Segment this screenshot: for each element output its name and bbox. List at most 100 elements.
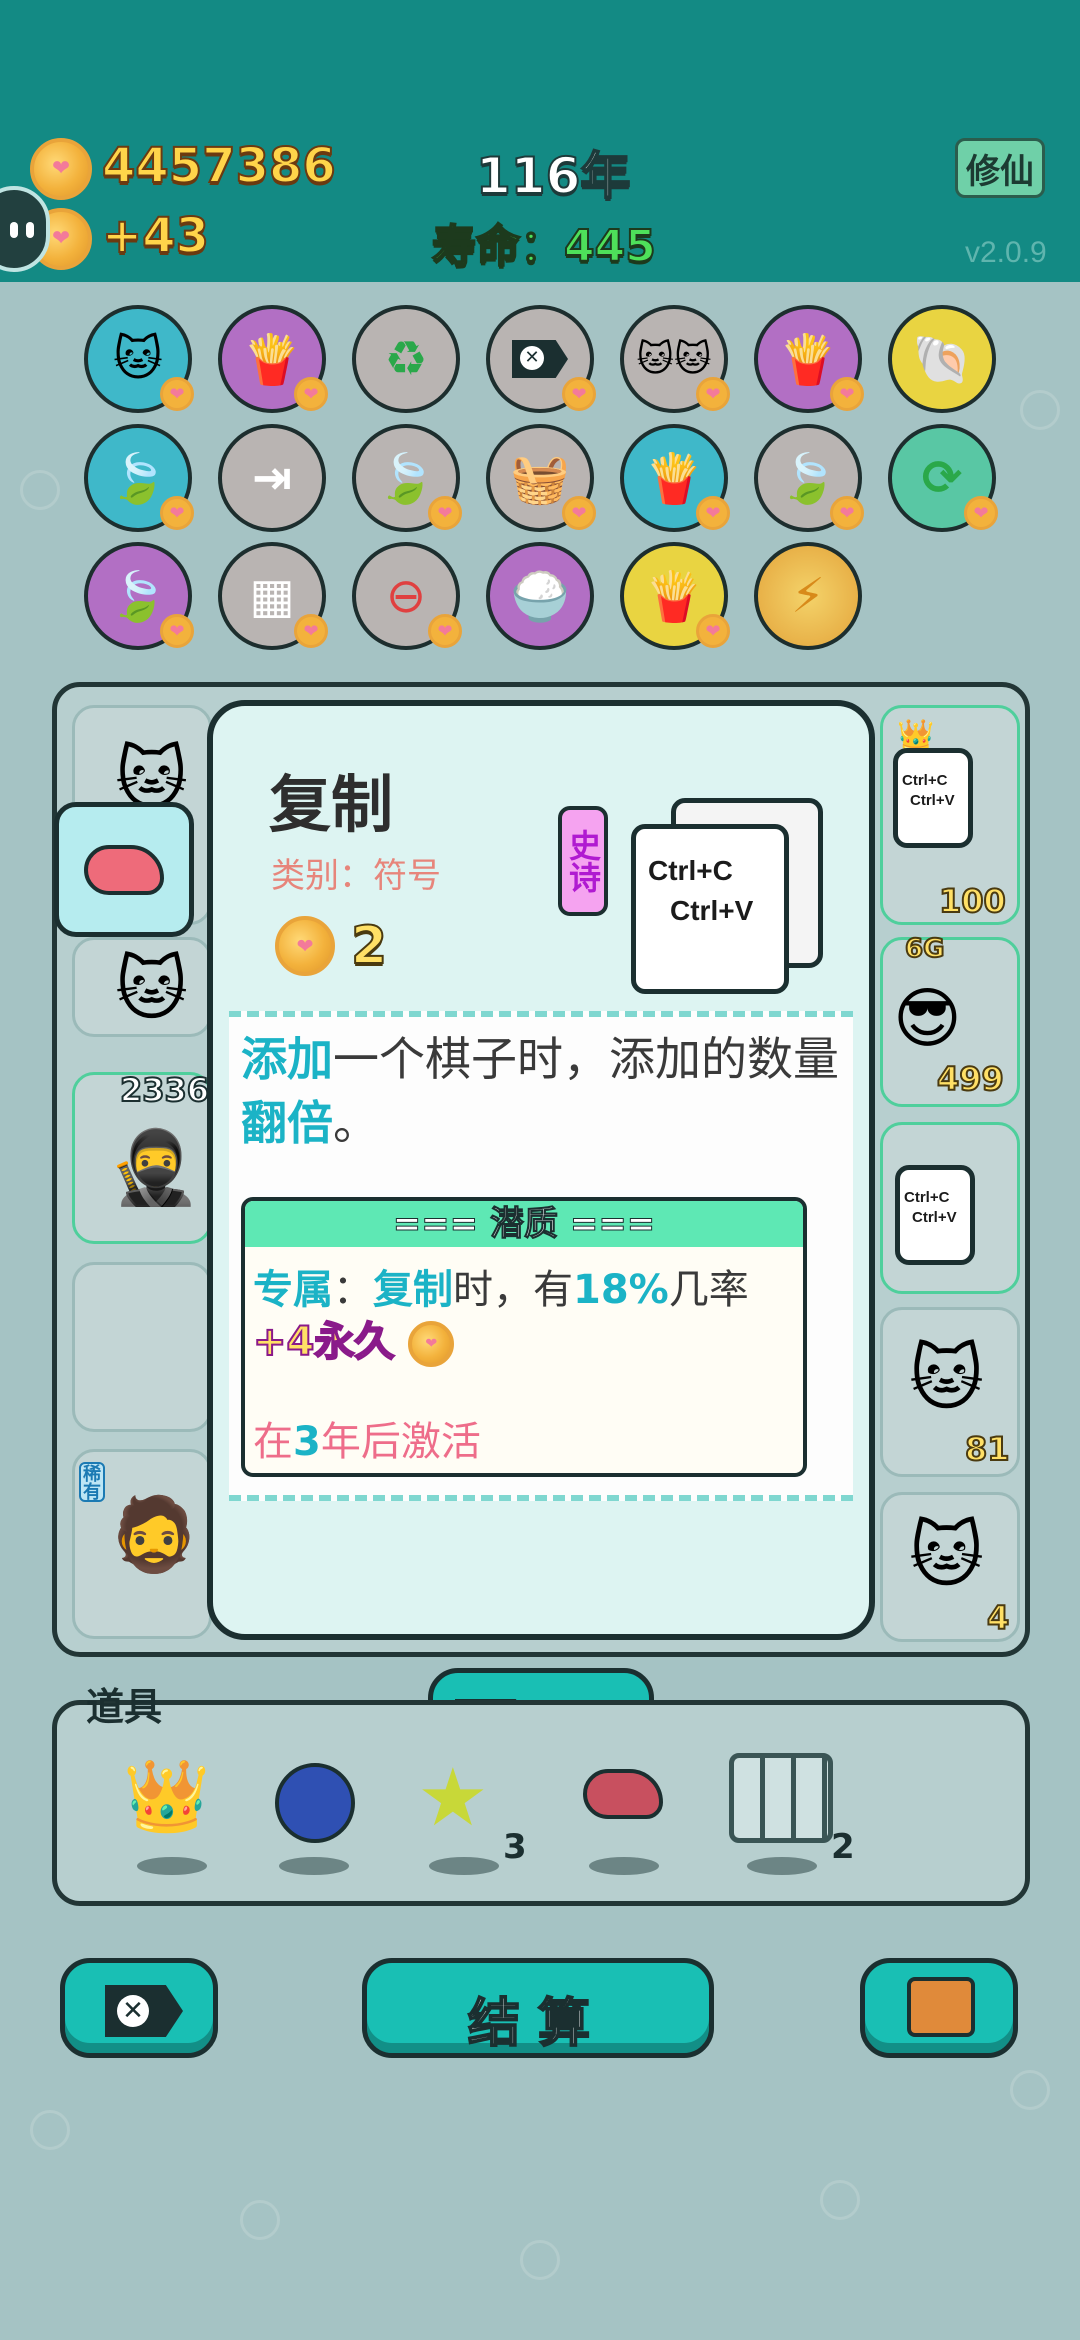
props-label: 道具: [86, 1685, 163, 1729]
refresh-icon: ⟳: [921, 450, 963, 506]
symbol-leaf[interactable]: 🍃 ❤: [754, 424, 864, 532]
symbol-two-cats[interactable]: 🐱🐱 ❤: [620, 305, 730, 413]
symbol-fruit-basket[interactable]: 🧺 ❤: [486, 424, 596, 532]
prop-cage[interactable]: 2: [717, 1745, 857, 1885]
board-slot[interactable]: 👑 Ctrl+C Ctrl+V 100: [880, 705, 1020, 925]
coin-badge-icon: ❤: [160, 377, 194, 411]
card-text: Ctrl+C: [904, 1189, 950, 1206]
cultivate-button[interactable]: 修仙: [955, 138, 1045, 198]
symbol-delete-tag[interactable]: ✕ ❤: [486, 305, 596, 413]
description-box: 添加一个棋子时，添加的数量翻倍。 === 潜质 === 专属：复制时，有18%几…: [229, 1011, 853, 1501]
liver-icon: [84, 844, 164, 895]
background-dot: [1020, 390, 1060, 430]
rare-tag: 稀有: [79, 1462, 105, 1502]
card-front: Ctrl+C Ctrl+V: [631, 824, 789, 994]
two-cats-icon: 🐱🐱: [636, 338, 712, 380]
skip-icon: ⇥: [251, 450, 293, 506]
symbol-leaf[interactable]: 🍃 ❤: [84, 542, 194, 650]
leaf-icon: 🍃: [778, 450, 838, 507]
board-slot[interactable]: 🐱 81: [880, 1307, 1020, 1477]
symbol-leaf[interactable]: 🍃 ❤: [352, 424, 462, 532]
symbol-minus[interactable]: ⊖ ❤: [352, 542, 462, 650]
symbol-fries[interactable]: 🍟 ❤: [218, 305, 328, 413]
symbol-leaf[interactable]: 🍃 ❤: [84, 424, 194, 532]
leaf-icon: 🍃: [108, 568, 168, 625]
cat-icon: 🐱: [909, 1336, 985, 1420]
symbol-shell[interactable]: 🐚: [888, 305, 996, 413]
selected-item-tab[interactable]: [54, 802, 194, 937]
year-counter: 116年: [475, 146, 631, 206]
desc-text: 。: [333, 1096, 379, 1150]
activation-highlight: 3: [293, 1419, 321, 1465]
prop-shadow: [747, 1857, 817, 1875]
fries-icon: 🍟: [778, 331, 838, 388]
coin-badge-icon: ❤: [696, 614, 730, 648]
discard-button[interactable]: ✕: [60, 1958, 218, 2058]
symbol-rice-bowl[interactable]: 🍚: [486, 542, 594, 650]
slot-value: 2336: [119, 1070, 210, 1110]
slot-badge: 6G: [904, 933, 945, 965]
sugar-cubes-icon: ▦: [249, 568, 295, 624]
symbol-refresh[interactable]: ⟳ ❤: [888, 424, 998, 532]
top-bar: ❤ 4457386 ❤ +43 116年 寿命：445 修仙 v2.0.9: [0, 0, 1080, 282]
potential-text-part: 几率: [668, 1267, 749, 1313]
symbol-fries[interactable]: 🍟 ❤: [754, 305, 864, 413]
version-label: v2.0.9: [965, 236, 1047, 269]
symbol-sugar-cubes[interactable]: ▦ ❤: [218, 542, 328, 650]
settle-button[interactable]: 结算: [362, 1958, 714, 2058]
board-slot[interactable]: 🐱 4: [880, 1492, 1020, 1642]
symbol-skip[interactable]: ⇥: [218, 424, 326, 532]
popup-cost: 2: [350, 915, 388, 977]
slot-value: 100: [938, 881, 1007, 921]
prop-crown[interactable]: 👑: [117, 1745, 227, 1885]
briefcase-icon: [907, 1977, 975, 2037]
desc-text: 一个棋子时，添加的数量: [333, 1032, 839, 1086]
chat-eye-icon: [26, 222, 34, 238]
symbol-lightning[interactable]: ⚡: [754, 542, 862, 650]
slot-value: 81: [964, 1429, 1011, 1469]
card-text: Ctrl+V: [912, 1209, 957, 1226]
symbol-fries[interactable]: 🍟 ❤: [620, 542, 730, 650]
coin-income: +43: [101, 207, 210, 265]
board-slot[interactable]: 2336 🥷: [72, 1070, 212, 1244]
card-line: Ctrl+C: [648, 855, 733, 886]
prop-star[interactable]: ★ 3: [407, 1745, 537, 1885]
potential-highlight: 18%: [573, 1267, 669, 1313]
potential-highlight: 复制: [373, 1267, 453, 1313]
board-slot[interactable]: 🐱: [72, 937, 212, 1037]
card-line: Ctrl+V: [670, 895, 754, 926]
board-slot[interactable]: [72, 1262, 212, 1432]
copy-card-icon: Ctrl+C Ctrl+V: [895, 1165, 975, 1265]
hat-man-face-icon: 🧔: [109, 1492, 199, 1576]
cage-icon: [729, 1753, 833, 1843]
liver-icon: [583, 1769, 663, 1819]
potential-box: === 潜质 === 专属：复制时，有18%几率 +4永久 ❤ 在3年后激活: [241, 1197, 807, 1477]
bandit-face-icon: 🥷: [109, 1125, 199, 1209]
star-icon: ★: [417, 1751, 489, 1844]
board-slot[interactable]: 6G 😎 499: [880, 933, 1020, 1107]
leaf-icon: 🍃: [376, 450, 436, 507]
prop-blueberry[interactable]: [257, 1745, 367, 1885]
fries-icon: 🍟: [644, 568, 704, 625]
coin-badge-icon: ❤: [830, 377, 864, 411]
slot-value: 4: [986, 1598, 1010, 1638]
cat-icon: 🐱: [115, 948, 188, 1030]
coin-total: 4457386: [101, 137, 337, 195]
symbol-recycle[interactable]: ♻: [352, 305, 460, 413]
prop-liver[interactable]: [567, 1745, 677, 1885]
activation-text: 年后激活: [320, 1419, 481, 1465]
delete-tag-icon: ✕: [105, 1985, 183, 2037]
coin-badge-icon: ❤: [294, 614, 328, 648]
bag-button[interactable]: [860, 1958, 1018, 2058]
prop-shadow: [589, 1857, 659, 1875]
lifespan-label: 寿命：: [431, 220, 565, 273]
lightning-icon: ⚡: [791, 568, 825, 624]
board-slot[interactable]: 稀有 🧔: [72, 1449, 212, 1639]
background-dot: [820, 2180, 860, 2220]
symbol-fries[interactable]: 🍟 ❤: [620, 424, 730, 532]
board-slot[interactable]: Ctrl+C Ctrl+V: [880, 1122, 1020, 1294]
symbol-cat[interactable]: 🐱 ❤: [84, 305, 194, 413]
popup-title: 复制: [269, 768, 394, 841]
background-dot: [240, 2200, 280, 2240]
copy-card-icon: Ctrl+C Ctrl+V: [893, 748, 973, 848]
